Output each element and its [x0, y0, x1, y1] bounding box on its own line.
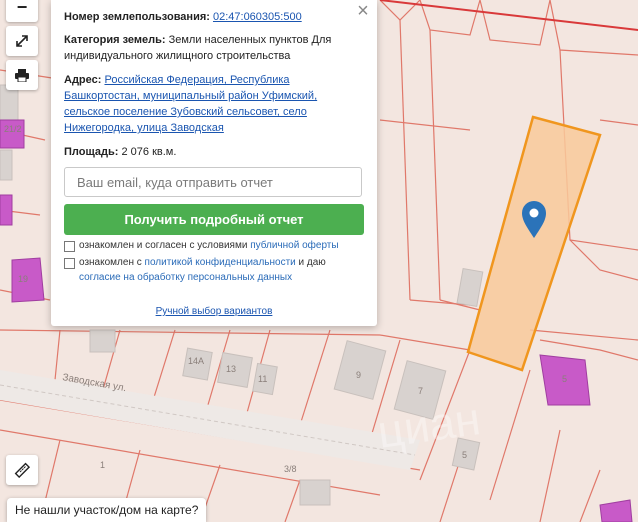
map-house-label: 5 — [462, 450, 467, 460]
privacy-consent-checkbox[interactable] — [64, 258, 75, 269]
parcel-number-label: Номер землепользования: — [64, 11, 210, 23]
map-house-label: 19 — [18, 274, 28, 284]
data-processing-consent-link[interactable]: согласие на обработку персональных данны… — [79, 272, 292, 283]
area-row: Площадь: 2 076 кв.м. — [64, 144, 354, 160]
expand-icon — [16, 35, 28, 47]
minus-icon: − — [16, 0, 28, 17]
map-house-label: 7 — [418, 386, 423, 396]
fullscreen-button[interactable] — [6, 26, 38, 56]
offer-consent-text: ознакомлен и согласен с условиями публич… — [79, 238, 359, 253]
parcel-info-popup: × Номер землепользования: 02:47:060305:5… — [51, 0, 377, 326]
not-found-prompt[interactable]: Не нашли участок/дом на карте? — [7, 498, 207, 522]
privacy-consent-mid: и даю — [295, 257, 326, 268]
land-category-row: Категория земель: Земли населенных пункт… — [64, 32, 354, 64]
map-house-label: 5 — [562, 374, 567, 384]
parcel-number-link[interactable]: 02:47:060305:500 — [213, 11, 302, 23]
map-house-label: 9 — [356, 370, 361, 380]
ruler-icon — [14, 462, 30, 478]
print-button[interactable] — [6, 60, 38, 90]
privacy-policy-link[interactable]: политикой конфиденциальности — [145, 257, 296, 268]
printer-icon — [15, 69, 29, 82]
map-house-label: 11 — [258, 374, 267, 384]
manual-selection-link[interactable]: Ручной выбор вариантов — [51, 306, 377, 317]
privacy-consent-text: ознакомлен с политикой конфиденциальност… — [79, 255, 359, 285]
map-house-label: 1 — [100, 460, 105, 470]
map-house-label: 14А — [188, 356, 204, 366]
area-label: Площадь: — [64, 146, 119, 158]
map-lot-label: 3/8 — [284, 464, 297, 474]
map-house-label: 13 — [226, 364, 236, 374]
zoom-out-button[interactable]: − — [6, 0, 38, 22]
address-link[interactable]: Российская Федерация, Республика Башкорт… — [64, 74, 317, 134]
ruler-button[interactable] — [6, 455, 38, 485]
public-offer-link[interactable]: публичной оферты — [250, 240, 338, 251]
map-lot-label: 21/2 — [4, 124, 22, 134]
address-label: Адрес: — [64, 74, 102, 86]
parcel-number-row: Номер землепользования: 02:47:060305:500 — [64, 9, 354, 25]
offer-consent-prefix: ознакомлен и согласен с условиями — [79, 240, 251, 251]
get-report-button[interactable]: Получить подробный отчет — [64, 204, 364, 235]
email-input[interactable] — [64, 167, 362, 197]
close-icon: × — [357, 0, 369, 22]
address-row: Адрес: Российская Федерация, Республика … — [64, 72, 354, 136]
area-value: 2 076 кв.м. — [121, 146, 177, 158]
land-category-label: Категория земель: — [64, 34, 166, 46]
privacy-consent-prefix: ознакомлен с — [79, 257, 145, 268]
close-popup-button[interactable]: × — [355, 0, 371, 22]
offer-consent-checkbox[interactable] — [64, 241, 75, 252]
